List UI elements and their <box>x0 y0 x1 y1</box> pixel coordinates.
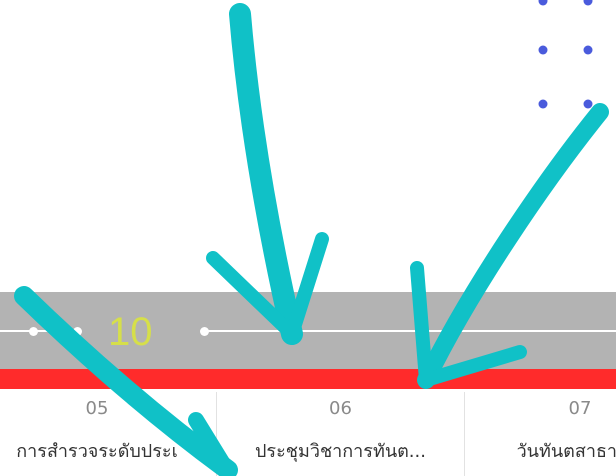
event-number: 05 <box>85 398 109 419</box>
event-title[interactable]: วันทันตสาธารณ <box>465 436 616 465</box>
dot <box>538 99 548 109</box>
current-timeline-number: 10 <box>108 310 153 354</box>
timeline-node[interactable] <box>29 327 38 336</box>
decorative-dots <box>538 0 593 109</box>
event-number: 07 <box>568 398 592 419</box>
dot <box>538 45 548 55</box>
timeline-line <box>205 330 616 332</box>
timeline-accent-bar <box>0 369 616 389</box>
dot <box>583 0 593 6</box>
event-number: 06 <box>329 398 352 419</box>
event-item[interactable]: 05 การสำรวจระดับประเ <box>0 392 217 476</box>
timeline-node[interactable] <box>200 327 209 336</box>
event-item[interactable]: 07 วันทันตสาธารณ <box>465 392 616 476</box>
dot <box>583 45 593 55</box>
timeline-node[interactable] <box>73 327 82 336</box>
event-title[interactable]: ประชุมวิชาการทันต... <box>217 436 464 465</box>
event-item[interactable]: 06 ประชุมวิชาการทันต... <box>217 392 465 476</box>
timeline-line-left <box>0 330 78 332</box>
dot <box>583 99 593 109</box>
dot <box>538 0 548 6</box>
event-title[interactable]: การสำรวจระดับประเ <box>0 436 216 465</box>
